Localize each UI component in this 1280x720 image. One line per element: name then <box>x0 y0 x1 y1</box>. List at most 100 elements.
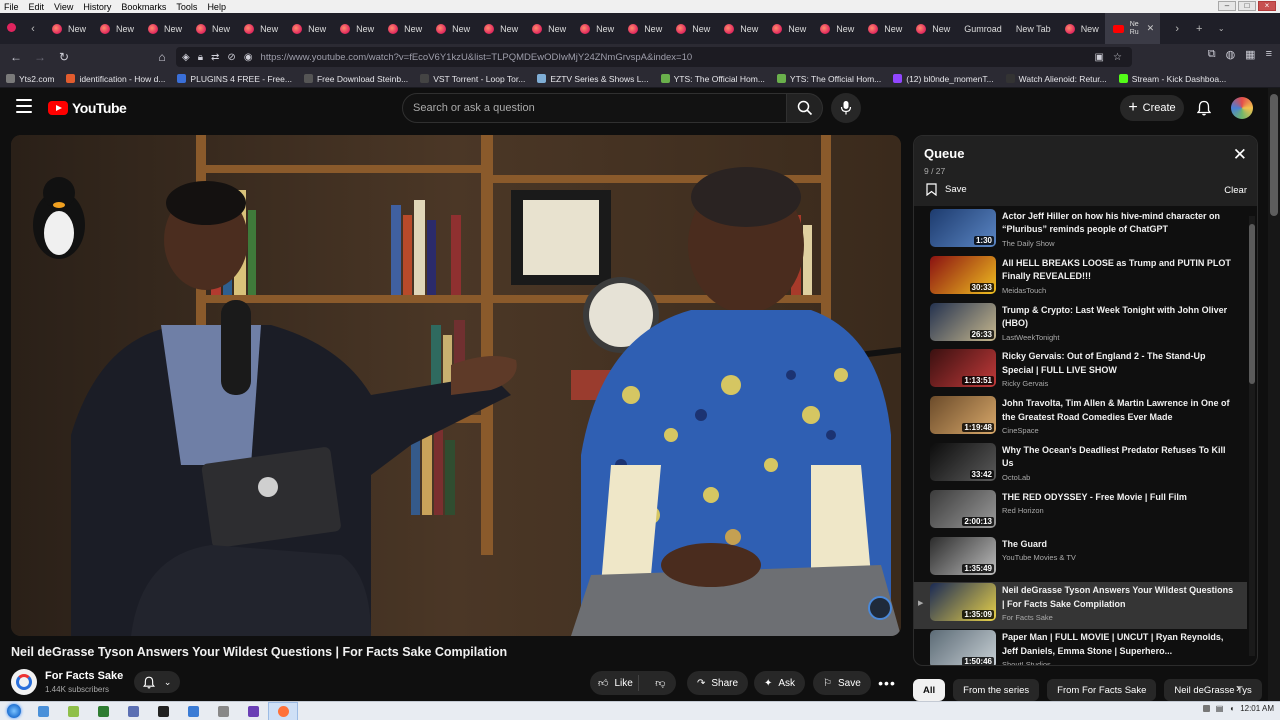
bookmark-item[interactable]: (12) bl0nde_momenT... <box>893 74 994 84</box>
browser-tab[interactable]: New <box>716 13 764 44</box>
channel-name[interactable]: For Facts Sake <box>45 670 123 682</box>
channel-avatar[interactable] <box>11 669 37 695</box>
queue-save-button[interactable]: Save <box>926 183 967 196</box>
filter-chip[interactable]: All <box>913 679 946 701</box>
browser-tab[interactable]: New <box>476 13 524 44</box>
reload-icon[interactable]: ↻ <box>52 50 76 64</box>
queue-item[interactable]: 1:19:48 John Travolta, Tim Allen & Martin… <box>914 395 1247 442</box>
queue-item[interactable]: 1:35:49 The Guard YouTube Movies & TV <box>914 536 1247 583</box>
reader-view-icon[interactable]: ▣ <box>1095 52 1104 63</box>
queue-clear-button[interactable]: Clear <box>1224 185 1247 196</box>
bookmark-item[interactable]: EZTV Series & Shows L... <box>537 74 649 84</box>
queue-item-thumbnail[interactable]: 1:13:51 <box>930 349 996 388</box>
queue-item-title[interactable]: All HELL BREAKS LOOSE as Trump and PUTIN… <box>1002 257 1234 284</box>
app-menu-icon[interactable]: ≡ <box>1266 48 1272 61</box>
queue-item-thumbnail[interactable]: 1:35:09 <box>930 583 996 622</box>
queue-item-title[interactable]: Paper Man | FULL MOVIE | UNCUT | Ryan Re… <box>1002 631 1234 658</box>
taskbar-app-button[interactable] <box>268 701 298 720</box>
queue-item-thumbnail[interactable]: 26:33 <box>930 302 996 341</box>
browser-tab[interactable]: New <box>620 13 668 44</box>
queue-item-title[interactable]: Ricky Gervais: Out of England 2 - The St… <box>1002 350 1234 377</box>
user-avatar[interactable] <box>1231 97 1253 119</box>
url-text[interactable]: https://www.youtube.com/watch?v=fEcoV6Y1… <box>261 52 693 63</box>
clock[interactable]: 12:01 AM <box>1240 704 1274 713</box>
minimize-icon[interactable]: – <box>1218 1 1236 11</box>
tray-expand-icon[interactable] <box>1202 705 1210 712</box>
bookmark-item[interactable]: YTS: The Official Hom... <box>776 74 881 84</box>
browser-tab[interactable]: New <box>764 13 812 44</box>
search-input[interactable]: Search or ask a question <box>402 93 787 123</box>
tab-overflow-icon[interactable]: ⌄ <box>1210 24 1232 33</box>
browser-tab[interactable]: New <box>284 13 332 44</box>
guide-menu-icon[interactable] <box>16 99 32 113</box>
network-icon[interactable]: ▤ <box>1216 704 1224 713</box>
youtube-logo[interactable]: YouTube <box>48 100 127 116</box>
queue-item-title[interactable]: Trump & Crypto: Last Week Tonight with J… <box>1002 304 1234 331</box>
lock-icon[interactable]: 🔒︎ <box>198 52 203 63</box>
window-close-icon[interactable]: × <box>1258 1 1276 11</box>
bookmark-item[interactable]: PLUGINS 4 FREE - Free... <box>177 74 292 84</box>
browser-tab[interactable]: New <box>188 13 236 44</box>
new-tab-icon[interactable]: + <box>1188 23 1210 35</box>
taskbar-app-button[interactable] <box>88 702 118 720</box>
save-button[interactable]: ⚐ Save <box>813 671 871 695</box>
page-scrollbar[interactable] <box>1268 88 1280 701</box>
browser-tab[interactable]: New <box>668 13 716 44</box>
taskbar-app-button[interactable] <box>58 702 88 720</box>
tab-scroll-right-icon[interactable]: › <box>1166 23 1188 35</box>
home-icon[interactable]: ⌂ <box>150 50 174 64</box>
bookmark-item[interactable]: Watch Alienoid: Retur... <box>1005 74 1107 84</box>
menu-bookmarks[interactable]: Bookmarks <box>116 2 171 12</box>
queue-item-title[interactable]: The Guard <box>1002 538 1234 551</box>
subscription-bell-button[interactable]: ⌄ <box>134 671 180 693</box>
browser-tab[interactable]: Gumroad <box>956 13 1008 44</box>
queue-item[interactable]: 1:13:51 Ricky Gervais: Out of England 2 -… <box>914 348 1247 395</box>
queue-item-title[interactable]: Why The Ocean's Deadliest Predator Refus… <box>1002 444 1234 471</box>
close-icon[interactable]: ✕ <box>1233 146 1247 163</box>
ask-button[interactable]: ✦ Ask <box>754 671 806 695</box>
browser-tab[interactable]: New <box>812 13 860 44</box>
queue-item[interactable]: 1:50:46 Paper Man | FULL MOVIE | UNCUT | … <box>914 629 1247 665</box>
queue-item-thumbnail[interactable]: 1:35:49 <box>930 536 996 575</box>
browser-tab[interactable]: New <box>332 13 380 44</box>
browser-tab[interactable]: New <box>44 13 92 44</box>
taskbar-app-button[interactable] <box>148 702 178 720</box>
queue-item-title[interactable]: THE RED ODYSSEY - Free Movie | Full Film <box>1002 491 1234 504</box>
menu-tools[interactable]: Tools <box>171 2 202 12</box>
create-button[interactable]: + Create <box>1120 95 1184 121</box>
menu-file[interactable]: File <box>0 2 24 12</box>
browser-tab[interactable]: New Tab <box>1008 13 1057 44</box>
filter-chip[interactable]: From the series <box>953 679 1040 701</box>
sync-icon[interactable]: ▦ <box>1245 48 1255 61</box>
queue-item-thumbnail[interactable]: 1:50:46 <box>930 630 996 665</box>
queue-item[interactable]: 1:30 Actor Jeff Hiller on how his hive-mi… <box>914 208 1247 255</box>
taskbar-app-button[interactable] <box>208 702 238 720</box>
permissions-icon[interactable]: ⇄ <box>211 52 219 63</box>
browser-tab[interactable]: New <box>572 13 620 44</box>
blocked-icon[interactable]: ⊘ <box>227 52 235 63</box>
browser-tab[interactable]: Ne Ru ✕ <box>1104 13 1161 44</box>
taskbar-app-button[interactable] <box>178 702 208 720</box>
queue-item[interactable]: 26:33 Trump & Crypto: Last Week Tonight w… <box>914 302 1247 349</box>
taskbar-app-button[interactable] <box>28 702 58 720</box>
forward-icon[interactable]: → <box>28 50 52 64</box>
menu-view[interactable]: View <box>49 2 78 12</box>
tab-close-icon[interactable]: ✕ <box>1147 23 1155 34</box>
queue-item-thumbnail[interactable]: 30:33 <box>930 255 996 294</box>
browser-tab[interactable]: New <box>140 13 188 44</box>
address-bar[interactable]: ◈ 🔒︎ ⇄ ⊘ ◉ https://www.youtube.com/watch… <box>176 47 1132 67</box>
queue-item[interactable]: 33:42 Why The Ocean's Deadliest Predator … <box>914 442 1247 489</box>
bookmark-item[interactable]: Yts2.com <box>6 74 54 84</box>
browser-tab[interactable]: New <box>92 13 140 44</box>
browser-tab[interactable]: New <box>524 13 572 44</box>
queue-item-thumbnail[interactable]: 2:00:13 <box>930 489 996 528</box>
account-icon[interactable]: ◍ <box>1226 48 1236 61</box>
bookmark-item[interactable]: Stream - Kick Dashboa... <box>1118 74 1226 84</box>
browser-tab[interactable]: New <box>428 13 476 44</box>
queue-item[interactable]: ▶ 1:35:09 Neil deGrasse Tyson Answers Your… <box>914 582 1247 630</box>
chevron-right-icon[interactable]: › <box>1236 681 1240 695</box>
bookmark-item[interactable]: identification - How d... <box>66 74 165 84</box>
browser-tab[interactable]: New <box>908 13 956 44</box>
dislike-button[interactable]: 👎︎ <box>645 677 676 689</box>
menu-history[interactable]: History <box>78 2 116 12</box>
